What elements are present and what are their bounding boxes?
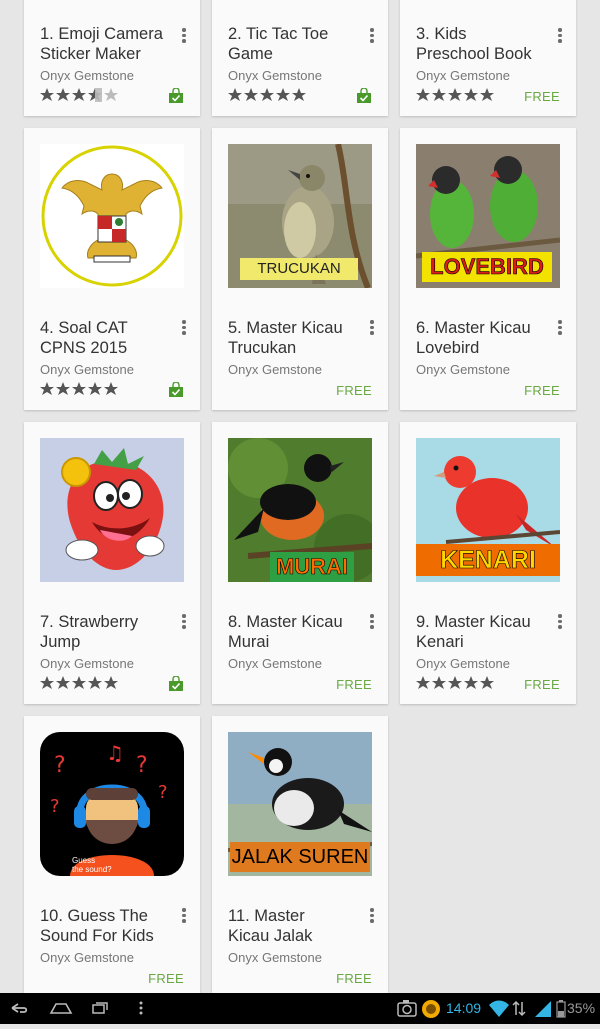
thumbnail-banner: MURAI <box>270 552 354 582</box>
overflow-menu-icon[interactable] <box>368 908 376 926</box>
camera-notification-icon <box>396 993 418 1024</box>
app-title: 5. Master Kicau Trucukan <box>228 319 343 357</box>
battery-level: 35% <box>567 1000 596 1016</box>
app-title: 8. Master Kicau Murai <box>228 613 343 651</box>
installed-bag-icon <box>168 381 184 398</box>
app-title: 3. Kids Preschool Book <box>416 25 532 63</box>
rating-stars <box>40 88 120 102</box>
installed-bag-icon <box>168 675 184 692</box>
app-card-8[interactable]: MURAI 8. Master Kicau Murai Onyx Gemston… <box>212 422 388 704</box>
app-developer: Onyx Gemstone <box>40 950 134 965</box>
rating-stars <box>228 88 308 102</box>
app-developer: Onyx Gemstone <box>40 656 134 671</box>
app-developer: Onyx Gemstone <box>416 656 510 671</box>
app-developer: Onyx Gemstone <box>40 362 134 377</box>
price-free-label: FREE <box>524 677 560 692</box>
app-card-9[interactable]: KENARI 9. Master Kicau Kenari Onyx Gemst… <box>400 422 576 704</box>
garuda-emblem-icon <box>40 144 184 288</box>
overflow-menu-icon[interactable] <box>556 614 564 632</box>
svg-text:♫: ♫ <box>106 741 124 765</box>
app-title: 6. Master Kicau Lovebird <box>416 319 531 357</box>
wifi-icon <box>488 993 510 1024</box>
installed-bag-icon <box>356 87 372 104</box>
recents-icon[interactable] <box>90 993 110 1024</box>
app-title: 10. Guess The Sound For Kids <box>40 907 154 945</box>
price-free-label: FREE <box>524 383 560 398</box>
menu-icon[interactable] <box>136 993 146 1024</box>
price-free-label: FREE <box>148 971 184 986</box>
overflow-menu-icon[interactable] <box>556 320 564 338</box>
rating-stars <box>40 382 120 396</box>
overflow-menu-icon[interactable] <box>180 320 188 338</box>
app-developer: Onyx Gemstone <box>228 656 322 671</box>
rating-stars <box>416 88 496 102</box>
signal-icon <box>534 993 552 1024</box>
app-notification-icon <box>420 993 442 1024</box>
app-card-11[interactable]: JALAK SUREN 11. Master Kicau Jalak Onyx … <box>212 716 388 998</box>
app-title: 2. Tic Tac Toe Game <box>228 25 329 63</box>
app-card-6[interactable]: LOVEBIRD 6. Master Kicau Lovebird Onyx G… <box>400 128 576 410</box>
svg-text:?: ? <box>50 796 60 817</box>
app-title: 11. Master Kicau Jalak <box>228 907 313 945</box>
overflow-menu-icon[interactable] <box>180 908 188 926</box>
overflow-menu-icon[interactable] <box>556 28 564 46</box>
overflow-menu-icon[interactable] <box>368 614 376 632</box>
battery-icon <box>556 993 566 1024</box>
price-free-label: FREE <box>336 677 372 692</box>
svg-text:?: ? <box>158 782 168 803</box>
installed-bag-icon <box>168 87 184 104</box>
guess-sound-icon: ? ? ? ? ♫ <box>40 732 184 876</box>
thumbnail-banner: JALAK SUREN <box>230 842 370 872</box>
app-developer: Onyx Gemstone <box>228 950 322 965</box>
app-card-3[interactable]: 3. Kids Preschool Book Onyx Gemstone FRE… <box>400 0 576 116</box>
app-card-5[interactable]: TRUCUKAN 5. Master Kicau Trucukan Onyx G… <box>212 128 388 410</box>
app-card-2[interactable]: 2. Tic Tac Toe Game Onyx Gemstone <box>212 0 388 116</box>
system-bar: 14:09 35% <box>0 993 600 1024</box>
app-developer: Onyx Gemstone <box>40 68 134 83</box>
app-developer: Onyx Gemstone <box>416 68 510 83</box>
svg-text:?: ? <box>136 753 148 778</box>
rating-stars <box>40 676 120 690</box>
data-transfer-icon <box>512 993 526 1024</box>
app-title: 7. Strawberry Jump <box>40 613 139 651</box>
app-developer: Onyx Gemstone <box>228 68 322 83</box>
back-icon[interactable] <box>8 993 30 1024</box>
overflow-menu-icon[interactable] <box>368 28 376 46</box>
rating-stars <box>416 676 496 690</box>
app-title: 9. Master Kicau Kenari <box>416 613 531 651</box>
strawberry-character-icon <box>40 438 184 582</box>
app-developer: Onyx Gemstone <box>416 362 510 377</box>
price-free-label: FREE <box>336 971 372 986</box>
svg-text:?: ? <box>54 753 66 778</box>
price-free-label: FREE <box>336 383 372 398</box>
thumbnail-banner: TRUCUKAN <box>240 258 358 280</box>
overflow-menu-icon[interactable] <box>180 614 188 632</box>
overflow-menu-icon[interactable] <box>180 28 188 46</box>
thumbnail-caption: Guess the sound? <box>72 856 112 874</box>
app-card-1[interactable]: 1. Emoji Camera Sticker Maker Onyx Gemst… <box>24 0 200 116</box>
app-card-4[interactable]: 4. Soal CAT CPNS 2015 Onyx Gemstone <box>24 128 200 410</box>
price-free-label: FREE <box>524 89 560 104</box>
clock: 14:09 <box>446 1000 482 1016</box>
app-card-10[interactable]: ? ? ? ? ♫ Guess the sound? 10. Guess The… <box>24 716 200 998</box>
app-title: 4. Soal CAT CPNS 2015 <box>40 319 128 357</box>
app-card-7[interactable]: 7. Strawberry Jump Onyx Gemstone <box>24 422 200 704</box>
thumbnail-banner: LOVEBIRD <box>422 252 552 282</box>
thumbnail-banner: KENARI <box>416 544 560 576</box>
overflow-menu-icon[interactable] <box>368 320 376 338</box>
app-developer: Onyx Gemstone <box>228 362 322 377</box>
home-icon[interactable] <box>48 993 74 1024</box>
app-title: 1. Emoji Camera Sticker Maker <box>40 25 163 63</box>
